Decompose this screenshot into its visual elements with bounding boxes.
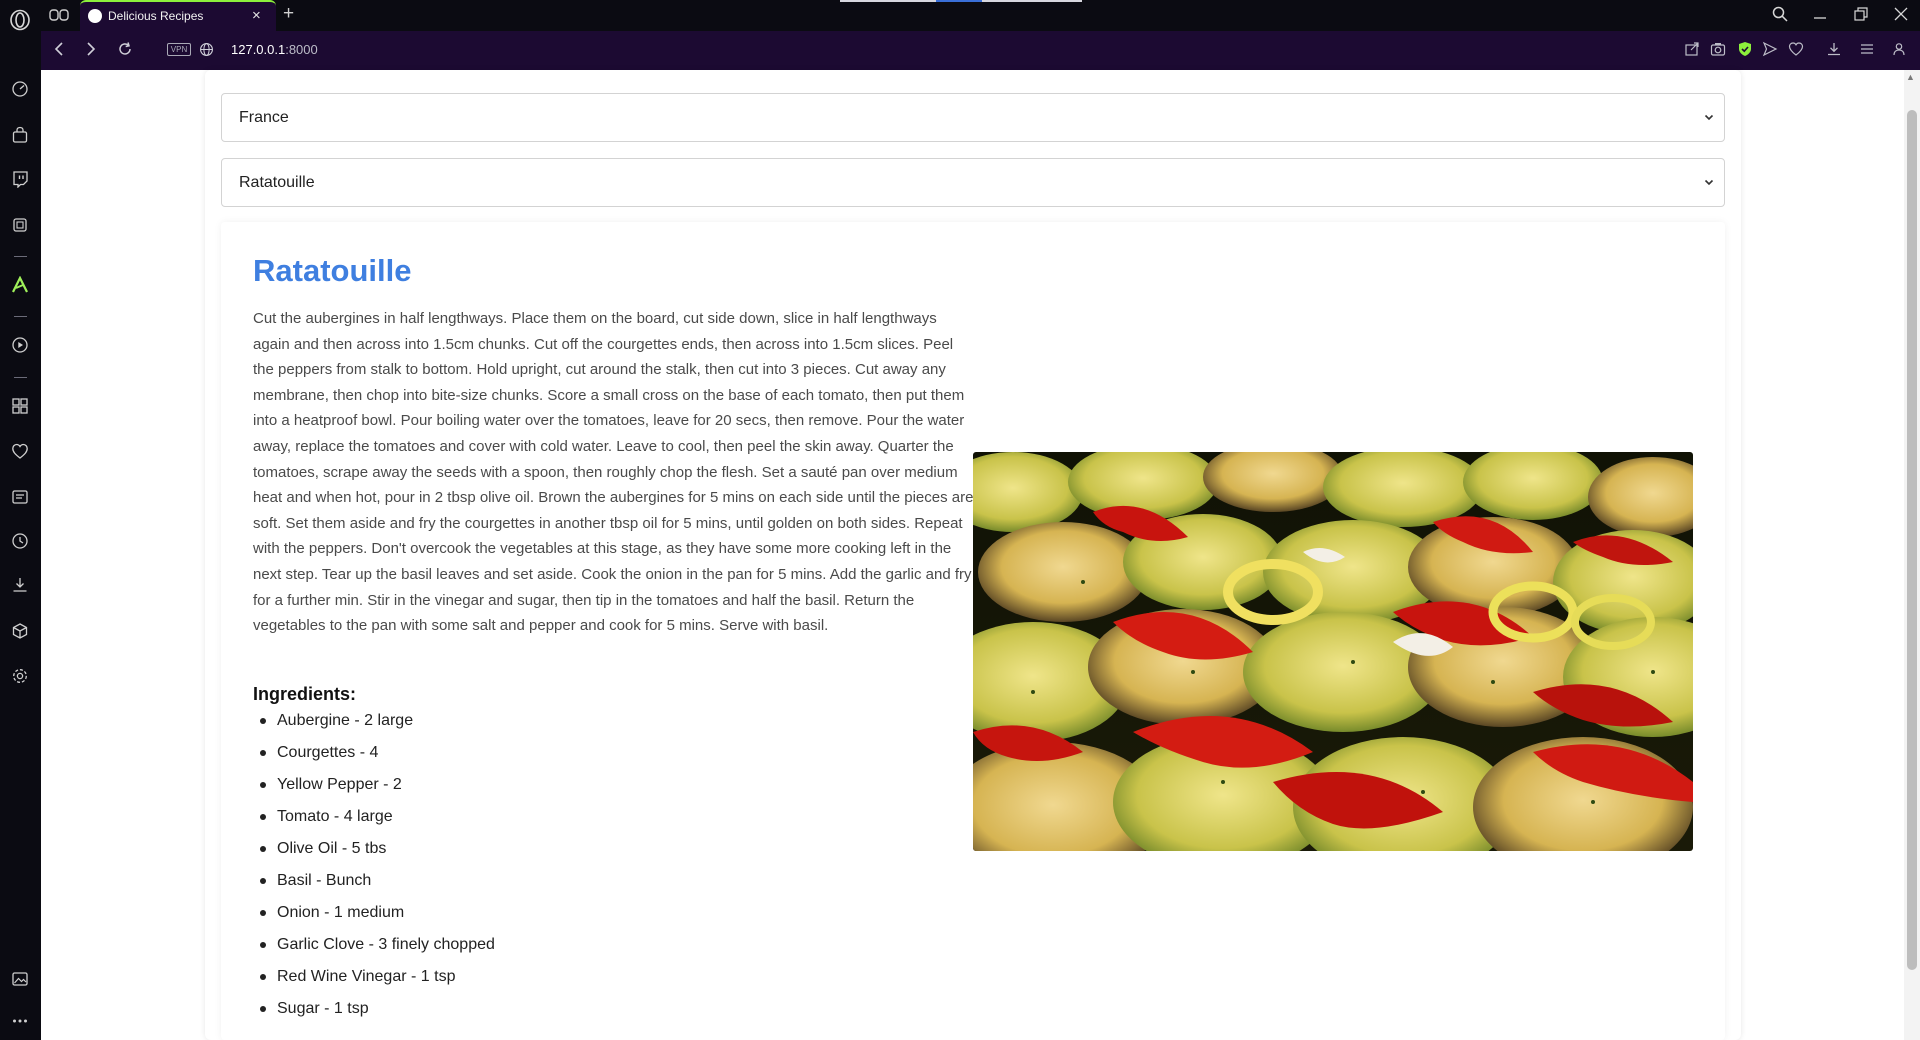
recipe-image [973, 452, 1693, 851]
ingredient-item: Yellow Pepper - 2 [253, 772, 653, 804]
player-icon[interactable] [11, 336, 29, 354]
globe-icon[interactable] [199, 42, 214, 57]
camera-icon[interactable] [1710, 41, 1726, 57]
notes-icon[interactable] [11, 488, 29, 506]
ingredient-item: Sugar - 1 tsp [253, 996, 653, 1028]
vpn-badge[interactable]: VPN [167, 43, 191, 56]
ai-chip-icon[interactable] [11, 216, 29, 234]
twitch-icon[interactable] [11, 170, 29, 188]
sidebar-separator [14, 256, 27, 257]
address-toolbar [41, 31, 1920, 70]
chevron-down-icon [1704, 114, 1714, 121]
url-host: 127.0.0.1 [231, 42, 286, 57]
sidebar-separator [14, 377, 27, 378]
tab-title: Delicious Recipes [108, 9, 204, 23]
ingredients-heading: Ingredients: [253, 684, 357, 704]
ingredient-item: Basil - Bunch [253, 868, 653, 900]
shield-icon[interactable] [1737, 41, 1753, 57]
page-scrollbar-thumb[interactable] [1907, 110, 1917, 970]
heart-icon[interactable] [1788, 41, 1804, 57]
download-icon[interactable] [1826, 41, 1842, 57]
account-icon[interactable] [1891, 41, 1907, 57]
recipe-select-value: Ratatouille [239, 174, 315, 191]
address-bar[interactable]: 127.0.0.1:8000 [231, 42, 318, 57]
send-icon[interactable] [1762, 41, 1778, 57]
reload-icon[interactable] [117, 41, 133, 57]
new-tab-button[interactable]: + [283, 3, 294, 25]
country-select-value: France [239, 109, 289, 126]
tab-active[interactable]: Delicious Recipes × [80, 0, 276, 31]
recipe-title: Ratatouille [253, 253, 412, 288]
ingredient-item: Aubergine - 2 large [253, 708, 653, 740]
settings-icon[interactable] [11, 667, 29, 685]
tab-close-icon[interactable]: × [252, 7, 261, 25]
ingredient-item: Courgettes - 4 [253, 740, 653, 772]
recipe-instructions: Cut the aubergines in half lengthways. P… [253, 310, 974, 635]
close-window-icon[interactable] [1893, 6, 1909, 22]
speed-dial-icon[interactable] [11, 80, 29, 98]
ratatouille-photo [973, 452, 1693, 851]
opera-logo[interactable] [9, 9, 31, 31]
country-select[interactable]: France [221, 93, 1725, 142]
forward-icon[interactable] [83, 41, 99, 57]
ingredient-item: Red Wine Vinegar - 1 tsp [253, 964, 653, 996]
ingredient-item: Tomato - 4 large [253, 804, 653, 836]
menu-icon[interactable] [1859, 41, 1875, 57]
ingredient-item: Garlic Clove - 3 finely chopped [253, 932, 653, 964]
ingredients-list: Aubergine - 2 large Courgettes - 4 Yello… [253, 708, 653, 1028]
url-port: :8000 [285, 42, 318, 57]
ingredient-item: Onion - 1 medium [253, 900, 653, 932]
sidebar-separator [14, 316, 27, 317]
title-strip [840, 0, 1082, 2]
restore-icon[interactable] [1853, 6, 1869, 22]
workspaces-icon[interactable] [11, 397, 29, 415]
recipe-select[interactable]: Ratatouille [221, 158, 1725, 207]
bookmarks-icon[interactable] [11, 442, 29, 460]
ingredient-item: Olive Oil - 5 tbs [253, 836, 653, 868]
minimize-icon[interactable] [1812, 6, 1828, 22]
history-icon[interactable] [11, 532, 29, 550]
scroll-up-arrow-icon[interactable]: ▲ [1906, 72, 1915, 82]
search-icon[interactable] [1772, 6, 1788, 22]
title-bar: Delicious Recipes × + [0, 0, 1920, 31]
tab-favicon-icon [88, 9, 102, 23]
aria-icon[interactable] [11, 276, 29, 294]
share-icon[interactable] [1684, 41, 1700, 57]
extensions-icon[interactable] [11, 622, 29, 640]
shopping-icon[interactable] [11, 126, 29, 144]
more-icon[interactable] [11, 1012, 29, 1030]
tab-islands-icon[interactable] [48, 8, 70, 22]
chevron-down-icon [1704, 179, 1714, 186]
gallery-icon[interactable] [11, 970, 29, 988]
back-icon[interactable] [51, 41, 67, 57]
downloads-icon[interactable] [11, 576, 29, 594]
